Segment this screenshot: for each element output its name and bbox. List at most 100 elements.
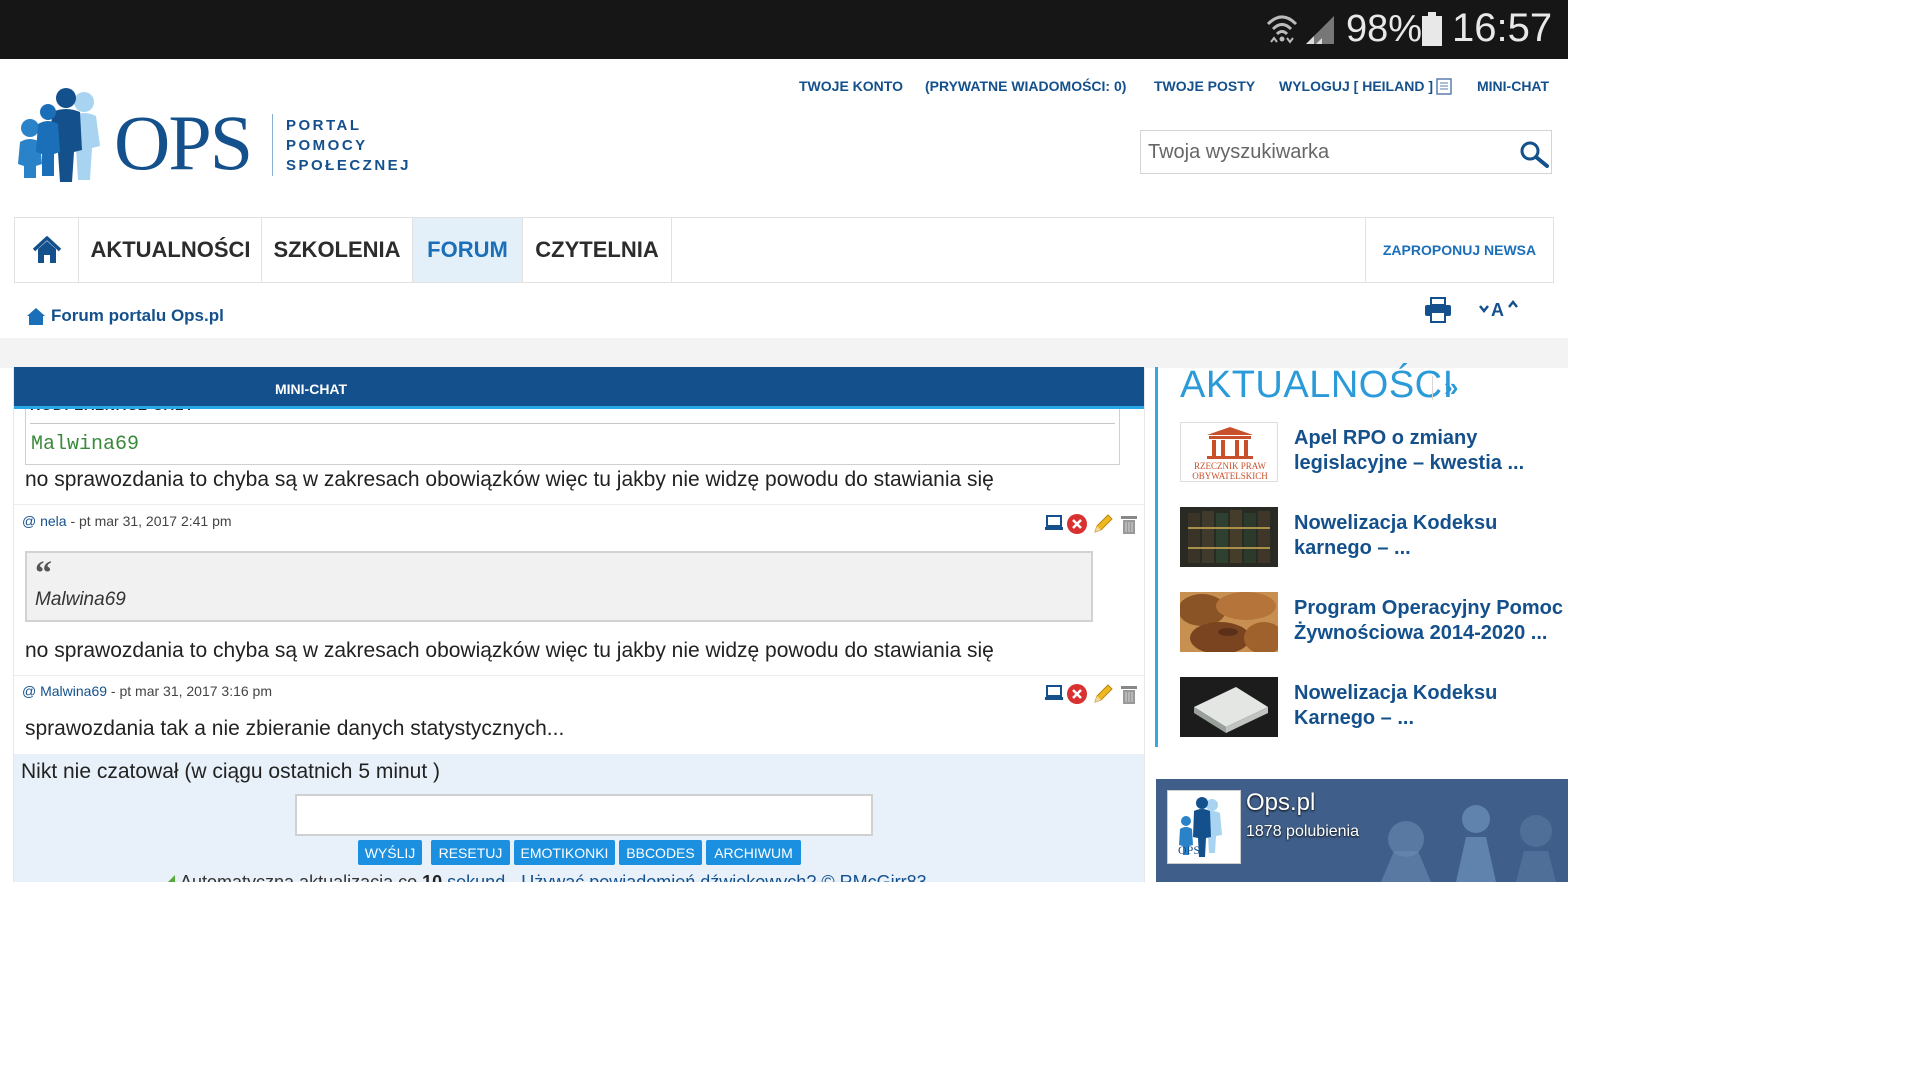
reset-button[interactable]: RESETUJ [431,840,510,865]
site-logo[interactable]: OPS PORTAL POMOCY SPOŁECZNEJ [16,88,416,188]
facebook-page-name[interactable]: Ops.pl [1246,789,1315,817]
trash-icon[interactable] [1118,513,1140,535]
facebook-logo-text: OPS [1178,843,1201,857]
top-nav: TWOJE KONTO (PRYWATNE WIADOMOŚCI: 0) TWO… [0,78,1568,98]
minichat-title: MINI-CHAT [275,381,348,397]
emoticons-button[interactable]: EMOTIKONKI [514,840,615,865]
message-text: sprawozdania tak a nie zbieranie danych … [25,717,565,740]
main-nav: AKTUALNOŚCI SZKOLENIA FORUM CZYTELNIA ZA… [14,217,1554,283]
message-author-link[interactable]: @ Malwina69 [22,683,107,699]
home-icon [27,308,45,325]
news-item[interactable]: Program Operacyjny Pomoc Żywnościowa 201… [1180,592,1563,654]
auto-refresh-prefix: Automatyczna aktualizacja co [180,872,423,882]
message-timestamp: - pt mar 31, 2017 2:41 pm [66,513,232,529]
news-item[interactable]: Nowelizacja Kodeksu Karnego – ... [1180,677,1560,739]
logo-divider [272,114,273,176]
breadcrumb-label[interactable]: Forum portalu Ops.pl [51,306,224,326]
search-input[interactable] [1141,131,1501,173]
sidebar-accent-line [1155,367,1158,747]
archive-button[interactable]: ARCHIWUM [706,840,801,865]
nav-home[interactable] [15,218,79,282]
battery-icon [1422,12,1442,46]
nav-tab-aktualnosci[interactable]: AKTUALNOŚCI [80,218,262,282]
message-actions [1044,683,1140,707]
quote-author: Malwina69 [35,589,126,610]
nav-tab-forum[interactable]: FORUM [413,218,523,282]
logo-line-spolecznej: SPOŁECZNEJ [286,157,412,174]
news-item[interactable]: RZECZNIK PRAW OBYWATELSKICH Apel RPO o z… [1180,422,1560,484]
logo-line-pomocy: POMOCY [286,137,368,154]
message-text: no sprawozdania to chyba są w zakresach … [25,468,994,491]
svg-text:A: A [1491,300,1504,320]
message-meta: @ Malwina69 - pt mar 31, 2017 3:16 pm [22,683,272,699]
minichat-footer: Nikt nie czatował (w ciągu ostatnich 5 m… [14,754,1144,882]
top-nav-minichat[interactable]: MINI-CHAT [1477,78,1549,94]
send-button[interactable]: WYŚLIJ [358,840,422,865]
logo-line-portal: PORTAL [286,117,362,134]
top-nav-logout[interactable]: WYLOGUJ [ HEILAND ] [1279,78,1433,94]
news-title[interactable]: Apel RPO o zmiany legislacyjne – kwestia… [1294,426,1564,476]
news-title[interactable]: Program Operacyjny Pomoc Żywnościowa 201… [1294,596,1564,646]
message-text: no sprawozdania to chyba są w zakresach … [25,639,994,662]
chat-message-input[interactable] [295,794,873,836]
edit-pencil-icon[interactable] [1092,513,1114,535]
delete-red-icon[interactable] [1066,513,1088,535]
sound-notifications-link[interactable]: sekund - Używać powiadomień dźwiękowych? [442,872,816,882]
font-size-icon[interactable]: A [1478,298,1522,320]
auto-refresh-text: Automatyczna aktualizacja co 10 sekund -… [180,872,927,882]
status-bar: 98% 16:57 [0,0,1568,59]
print-icon[interactable] [1424,297,1452,323]
minichat-panel: KOD: ZAZNACZ CAŁY Malwina69 MINI-CHAT no… [13,367,1145,882]
bread-image [1180,592,1278,652]
news-thumbnail[interactable] [1180,507,1278,567]
online-status-text: Nikt nie czatował (w ciągu ostatnich 5 m… [21,760,441,783]
news-title[interactable]: Nowelizacja Kodeksu karnego – ... [1294,511,1564,561]
delete-red-icon[interactable] [1066,683,1088,705]
minichat-header: MINI-CHAT [14,367,1144,409]
news-thumbnail[interactable] [1180,592,1278,652]
message-meta: @ nela - pt mar 31, 2017 2:41 pm [22,513,232,529]
clock: 16:57 [1452,6,1553,50]
breadcrumb[interactable]: Forum portalu Ops.pl [26,304,224,328]
quote-mark: “ [35,555,52,592]
rpo-caption: RZECZNIK PRAW OBYWATELSKICH [1192,461,1268,481]
code-content: Malwina69 [31,433,140,456]
top-nav-account[interactable]: TWOJE KONTO [799,78,903,94]
sidebar-news-title[interactable]: AKTUALNOŚCI [1180,364,1454,407]
message-divider [14,504,1144,505]
logout-icon[interactable] [1436,78,1452,95]
trash-icon[interactable] [1118,683,1140,705]
facebook-page-logo[interactable]: OPS [1167,790,1241,864]
sidebar-news-divider [1432,376,1433,400]
ip-laptop-icon[interactable] [1044,513,1064,533]
news-title[interactable]: Nowelizacja Kodeksu Karnego – ... [1294,681,1564,731]
wifi-icon [1266,15,1298,44]
nav-tab-czytelnia[interactable]: CZYTELNIA [523,218,672,282]
facebook-page-box[interactable]: OPS Ops.pl 1878 polubienia [1156,779,1568,882]
propose-news-link[interactable]: ZAPROPONUJ NEWSA [1365,218,1553,282]
quote-block: “ Malwina69 [25,551,1093,622]
credit-link[interactable]: © RMcGirr83 [816,872,926,882]
message-actions [1044,513,1140,537]
ip-laptop-icon[interactable] [1044,683,1064,703]
code-block: KOD: ZAZNACZ CAŁY Malwina69 [25,405,1120,465]
search-box [1140,130,1552,174]
auto-refresh-seconds: 10 [422,872,443,882]
bbcodes-button[interactable]: BBCODES [619,840,702,865]
message-author-link[interactable]: @ nela [22,513,67,529]
book-image [1180,677,1278,737]
edit-pencil-icon[interactable] [1092,683,1114,705]
search-icon[interactable] [1519,140,1549,168]
top-nav-posts[interactable]: TWOJE POSTY [1154,78,1255,94]
battery-percent: 98% [1346,8,1423,50]
news-item[interactable]: Nowelizacja Kodeksu karnego – ... [1180,507,1560,569]
news-more-link[interactable]: » [1444,372,1458,403]
facebook-likes-count: 1878 polubienia [1246,823,1359,840]
signal-icon [1306,16,1334,44]
home-icon [32,236,61,263]
news-thumbnail[interactable] [1180,677,1278,737]
law-books-image [1180,507,1278,567]
top-nav-private-messages[interactable]: (PRYWATNE WIADOMOŚCI: 0) [925,78,1126,94]
news-thumbnail[interactable]: RZECZNIK PRAW OBYWATELSKICH [1180,422,1278,482]
nav-tab-szkolenia[interactable]: SZKOLENIA [262,218,413,282]
